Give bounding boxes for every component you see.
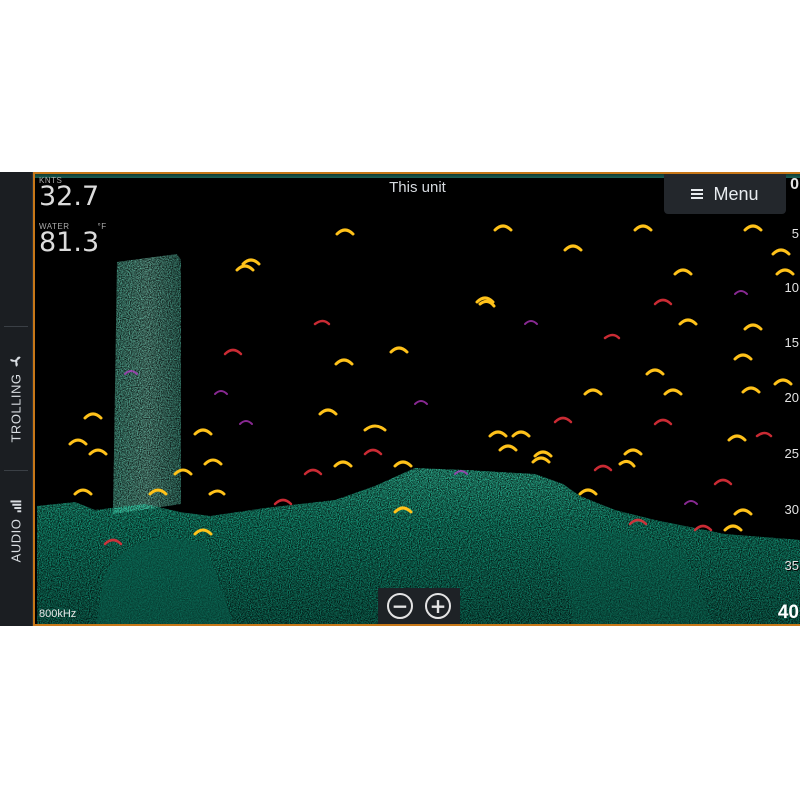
propeller-icon	[10, 356, 21, 367]
depth-tick-label: 30	[784, 502, 799, 517]
depth-tick-label: 10	[784, 280, 799, 295]
trolling-label: TROLLING	[8, 372, 24, 443]
frequency-label: 800kHz	[39, 608, 77, 620]
menu-button[interactable]: Menu	[664, 174, 786, 214]
speed-readout: KNTS 32.7	[39, 176, 100, 212]
audio-button[interactable]: AUDIO	[0, 472, 32, 590]
sidebar: TROLLING AUDIO	[0, 172, 33, 626]
water-temp-readout: WATER °F 81.3	[39, 222, 107, 258]
speed-value: 32.7	[39, 181, 100, 212]
depth-tick-label: 25	[784, 446, 799, 461]
hamburger-icon	[691, 189, 704, 199]
zoom-controls: − +	[378, 588, 460, 624]
water-temp-value: 81.3	[39, 227, 100, 258]
menu-label: Menu	[713, 183, 759, 204]
zoom-in-button[interactable]: +	[425, 593, 451, 619]
depth-tick-label: 15	[784, 335, 799, 350]
pylon-return	[113, 254, 181, 514]
sonar-screen[interactable]: This unit KNTS 32.7 WATER °F 81.3 Menu 05…	[33, 172, 800, 626]
depth-tick-label: 5	[791, 226, 799, 241]
audio-label: AUDIO	[8, 518, 24, 562]
sonar-image	[37, 224, 800, 624]
sonar-device: TROLLING AUDIO This unit KNTS 32.7 WATER…	[0, 172, 800, 626]
zoom-out-button[interactable]: −	[387, 593, 413, 619]
bars-icon	[10, 500, 22, 513]
depth-tick-label: 35	[784, 558, 799, 573]
depth-tick-label: 20	[784, 390, 799, 405]
depth-tick-label: 0	[790, 176, 799, 193]
depth-max-label: 40	[777, 602, 799, 623]
trolling-button[interactable]: TROLLING	[0, 328, 32, 468]
